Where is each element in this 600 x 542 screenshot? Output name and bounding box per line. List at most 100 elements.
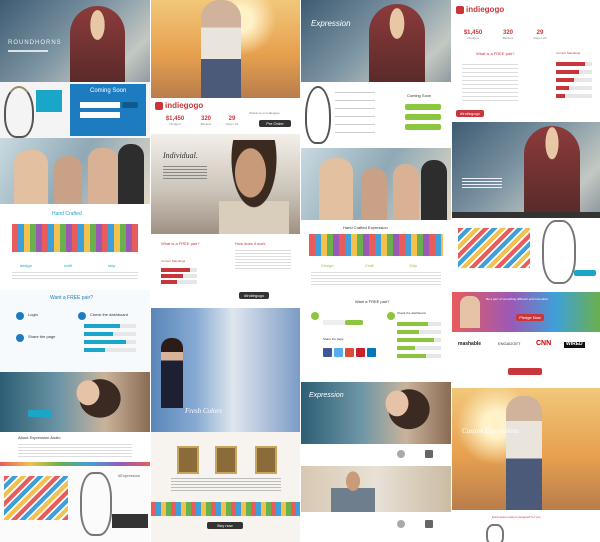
check-dashboard: Check the dashboard (397, 311, 426, 315)
pre-order-button[interactable]: Pre Order (259, 120, 291, 127)
product-strip: #Expression (0, 462, 150, 542)
stat-days-label: Days Left (225, 122, 239, 126)
pledge-button-2[interactable] (508, 368, 542, 375)
hero-photo (70, 6, 125, 82)
signup-button-1[interactable] (405, 104, 441, 110)
progress-bar-1 (556, 62, 592, 66)
product-cta[interactable] (574, 270, 596, 276)
feature-craft: Craft (365, 263, 374, 268)
hashtag-button[interactable]: #Indiegogo (239, 292, 269, 299)
individual-photo: Individual. (151, 134, 300, 234)
mockup-column-4: indiegogo $1,450 Pledged 320 Backers 29 … (452, 0, 600, 542)
social-icon-twitter[interactable] (334, 348, 343, 357)
pledge-now-button[interactable]: Pledge Now (516, 314, 544, 321)
signup-button-3[interactable] (405, 124, 441, 130)
step-3-icon (387, 312, 395, 320)
hand-crafted-title: Hand Crafted (52, 211, 82, 217)
stat-backers-label: Backers (502, 36, 514, 40)
step-1-button[interactable] (345, 320, 363, 325)
press-logo-cnn: CNN (536, 340, 552, 347)
feature-ship: ship (108, 263, 116, 268)
progress-bar-4 (556, 86, 592, 90)
footer-subtitle: Expression custom designed for you (492, 515, 541, 519)
free-pair-title: What is a FREE pair? (161, 241, 200, 246)
listen-button[interactable] (28, 410, 52, 417)
press-logos: mashable ENGADGET CNN WIRED (452, 332, 600, 358)
step-2-label: Check the dashboard (90, 312, 129, 317)
coming-soon-title: Coming Soon (407, 93, 432, 98)
woman-silhouette (373, 386, 433, 444)
person-2 (361, 168, 387, 220)
hero-banner: ROUNDHORNS (0, 0, 150, 82)
notify-button[interactable] (122, 102, 138, 108)
quote-section: Be a part of something different and inn… (452, 292, 600, 332)
feature-text-lines (12, 272, 138, 280)
earbuds-image (4, 86, 34, 138)
artist-feature-title: Fresh Colors (185, 407, 222, 415)
hero-caption (462, 178, 502, 188)
free-pair-title: What is a FREE pair? (476, 51, 515, 56)
stat-pledged: $1,450 Pledged (161, 116, 189, 126)
buy-now-button[interactable]: Buy now (207, 522, 243, 529)
blue-alley-photo: Fresh Colors (151, 308, 300, 432)
name-input[interactable] (80, 112, 120, 118)
quote-text: Be a part of something different and inn… (486, 297, 549, 301)
feature-design: design (20, 263, 32, 268)
footer-awards (301, 512, 451, 542)
earbuds-product (542, 220, 576, 284)
feature-text (311, 272, 441, 286)
product-section (452, 212, 600, 292)
woman-standing (506, 396, 542, 510)
step-1-icon (311, 312, 319, 320)
social-icon-linkedin[interactable] (367, 348, 376, 357)
stat-days: 29 Days Left (221, 116, 243, 126)
person-2 (54, 156, 82, 204)
dash-bar-5 (397, 354, 441, 358)
step-2-icon (78, 312, 86, 320)
social-icon-google[interactable] (345, 348, 354, 357)
footer-section: Expression custom designed for you (452, 510, 600, 542)
hashtag-button[interactable]: #Indiegogo (456, 110, 484, 117)
stat-pledged-label: Pledged (169, 122, 181, 126)
awards-row (301, 444, 451, 466)
feature-ship: Ship (409, 263, 418, 268)
feature-list (335, 92, 375, 136)
expression-logo-2: Expression (309, 392, 344, 399)
step-3-icon (16, 334, 24, 342)
truck-icon-2 (425, 520, 433, 528)
press-logo-wired: WIRED (564, 341, 585, 348)
signup-button-2[interactable] (405, 114, 441, 120)
swatch-band (309, 234, 443, 256)
feature-design: Design (321, 263, 334, 268)
stat-backers: 320 Backers (498, 30, 518, 40)
current-progress-title: Current Standings (556, 51, 581, 55)
man-laptop-photo (301, 466, 451, 512)
frame-1 (177, 446, 199, 474)
mockup-column-3: Expression Coming Soon Hand Crafted Expr… (301, 0, 451, 542)
progress-bar-2 (556, 70, 592, 74)
about-title: About Expression Audio (18, 435, 61, 440)
email-input[interactable] (80, 102, 120, 108)
stat-days: 29 Days Left (530, 30, 550, 40)
frame-captions (171, 478, 281, 492)
free-pair-title: Want a FREE pair? (50, 295, 93, 301)
progress-bar-5 (556, 94, 592, 98)
hero-photo (524, 126, 580, 212)
color-swatches (12, 224, 138, 252)
social-icon-facebook[interactable] (323, 348, 332, 357)
social-icon-pinterest[interactable] (356, 348, 365, 357)
current-progress-title: Current Standings (161, 259, 186, 263)
coming-soon-panel: Coming Soon (70, 84, 146, 136)
colorful-tiles (0, 462, 150, 466)
indiegogo-logo-icon (456, 6, 464, 14)
steps-text (462, 64, 518, 104)
man-silhouette (331, 468, 375, 512)
expression-logo: Expression (311, 19, 351, 28)
progress-bar-2 (161, 274, 197, 278)
free-pair-title: Want a FREE pair? (355, 299, 390, 304)
hero-word: ROUNDHORNS (8, 40, 62, 46)
earbuds-footer (486, 524, 504, 542)
progress-bar-3 (161, 280, 197, 284)
swatch-grid (458, 228, 530, 268)
person-4 (118, 144, 144, 204)
